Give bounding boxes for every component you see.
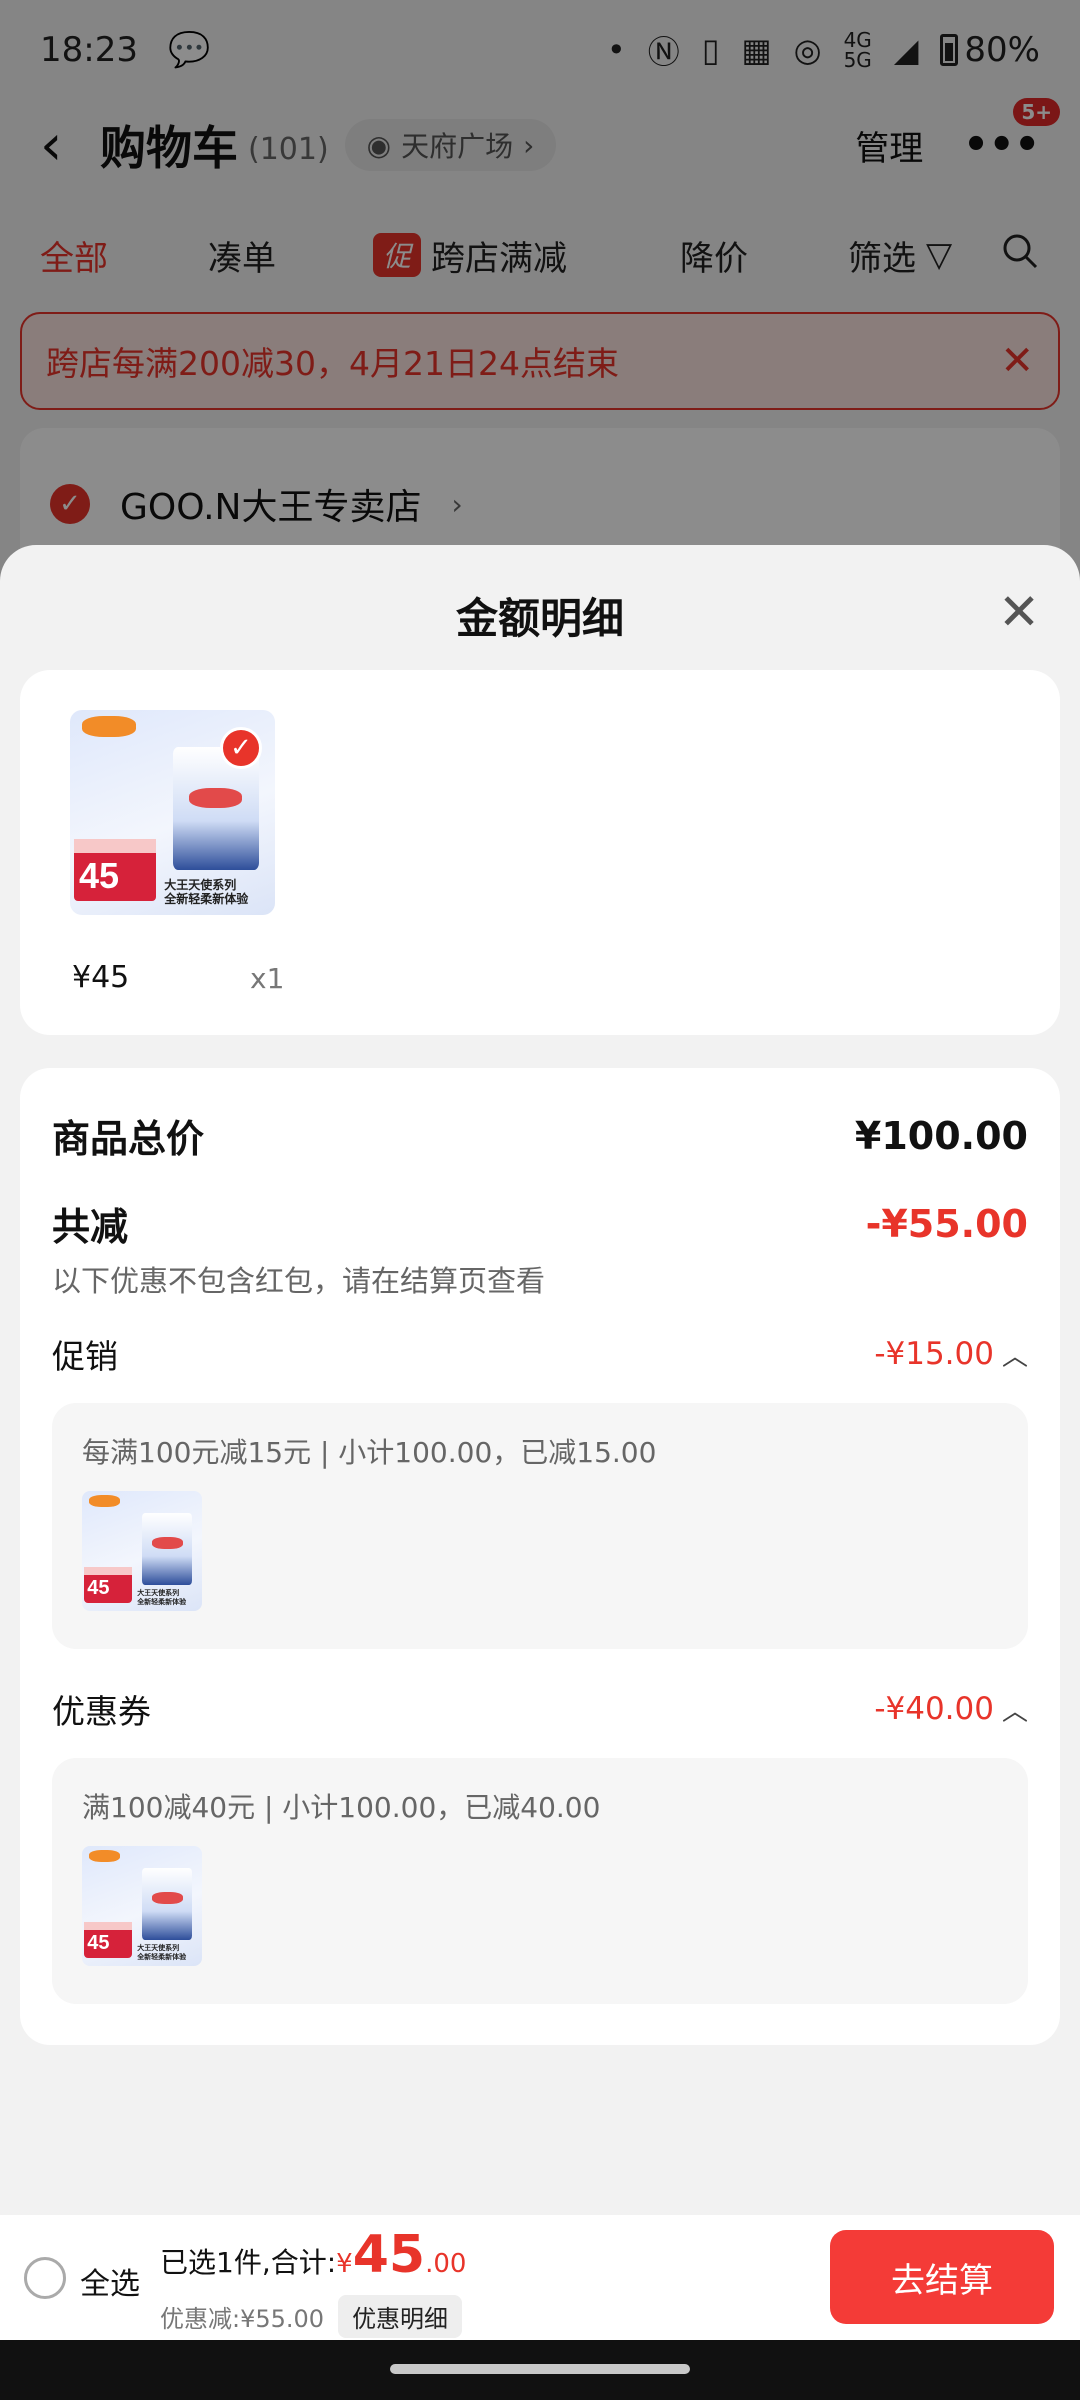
product-pack [142, 1867, 193, 1940]
discount-detail-button[interactable]: 优惠明细 [338, 2295, 463, 2338]
price-box-header [84, 1921, 133, 1930]
pack-logo [188, 787, 243, 809]
total-decimal: .00 [425, 2249, 467, 2279]
product-thumbnail: 45 大王天使系列 全新轻柔新体验 [82, 1846, 202, 1966]
coupon-label: 优惠券 [52, 1692, 151, 1731]
currency-symbol: ¥ [336, 2249, 353, 2279]
product-thumbnail: 45 大王天使系列 全新轻柔新体验 [82, 1491, 202, 1611]
system-nav-bar [0, 2340, 1080, 2400]
summary-text: 已选1件,合计: [160, 2246, 337, 2279]
price-box-header [74, 839, 157, 853]
thumb-caption-line-1: 大王天使系列 [137, 1944, 180, 1953]
checkout-bar: 全选 已选1件,合计: ¥ 45 .00 优惠减:¥55.00 优惠明细 去结算 [0, 2215, 1080, 2340]
brand-logo [82, 716, 136, 737]
sheet-title: 金额明细 [455, 594, 624, 643]
reduce-value: -¥55.00 [865, 1201, 1028, 1246]
chevron-up-icon: ︿ [1001, 1696, 1028, 1727]
promotion-product-image[interactable]: 45 大王天使系列 全新轻柔新体验 [82, 1491, 202, 1611]
coupon-product-image[interactable]: 45 大王天使系列 全新轻柔新体验 [82, 1846, 202, 1966]
checkout-button[interactable]: 去结算 [830, 2230, 1054, 2324]
brand-logo [89, 1849, 121, 1862]
total-row: 商品总价 ¥100.00 [52, 1108, 1028, 1163]
product-card: 45 大王天使系列 全新轻柔新体验 ✓ ¥45 x1 [20, 670, 1060, 1035]
thumb-caption-line-1: 大王天使系列 [164, 878, 237, 893]
promotion-label: 促销 [52, 1337, 118, 1376]
product-pack [142, 1512, 193, 1585]
promotion-value: -¥15.00 [874, 1336, 994, 1372]
reduce-note: 以下优惠不包含红包，请在结算页查看 [52, 1264, 546, 1298]
amount-detail-sheet: 金额明细 ✕ 45 大王天使系列 全新轻柔新体验 ✓ ¥45 x1 商品总价 ¥… [0, 545, 1080, 2215]
brand-logo [89, 1494, 121, 1507]
thumb-caption: 大王天使系列 全新轻柔新体验 [137, 1589, 186, 1606]
discount-line: 优惠减:¥55.00 优惠明细 [160, 2295, 463, 2338]
promotion-detail-box: 每满100元减15元 | 小计100.00，已减15.00 45 大王天使系列 … [52, 1403, 1028, 1649]
product-price: ¥45 [72, 960, 130, 995]
thumb-caption-line-1: 大王天使系列 [137, 1589, 180, 1598]
coupon-value-wrap: -¥40.00 ︿ [874, 1691, 1028, 1728]
reduce-row: 共减 -¥55.00 [52, 1196, 1028, 1251]
home-indicator[interactable] [390, 2364, 690, 2374]
price-box-header [84, 1566, 133, 1575]
price-box: 45 [84, 1921, 133, 1958]
reduce-label: 共减 [52, 1205, 129, 1249]
coupon-detail-box: 满100减40元 | 小计100.00，已减40.00 45 大王天使系列 全新… [52, 1758, 1028, 2004]
select-all-label[interactable]: 全选 [80, 2259, 140, 2303]
thumb-caption: 大王天使系列 全新轻柔新体验 [164, 878, 248, 907]
total-amount: 45 [352, 2225, 426, 2285]
chevron-up-icon: ︿ [1001, 1341, 1028, 1372]
select-all-radio[interactable] [24, 2257, 66, 2299]
check-icon[interactable]: ✓ [220, 727, 262, 769]
summary-line: 已选1件,合计: ¥ 45 .00 [160, 2225, 466, 2285]
price-box: 45 [84, 1566, 133, 1603]
thumb-price: 45 [87, 1932, 110, 1955]
close-icon[interactable]: ✕ [998, 583, 1040, 641]
promotion-row[interactable]: 促销 -¥15.00 ︿ [52, 1330, 1028, 1378]
discount-text: 优惠减:¥55.00 [160, 2305, 325, 2333]
total-label: 商品总价 [52, 1117, 205, 1161]
coupon-value: -¥40.00 [874, 1691, 994, 1727]
thumb-caption-line-2: 全新轻柔新体验 [164, 892, 249, 907]
coupon-detail: 满100减40元 | 小计100.00，已减40.00 [82, 1791, 601, 1824]
price-detail-card: 商品总价 ¥100.00 共减 -¥55.00 以下优惠不包含红包，请在结算页查… [20, 1068, 1060, 2045]
thumb-caption-line-2: 全新轻柔新体验 [137, 1597, 187, 1606]
price-box: 45 [74, 839, 157, 901]
thumb-price: 45 [87, 1577, 110, 1600]
coupon-row[interactable]: 优惠券 -¥40.00 ︿ [52, 1685, 1028, 1733]
pack-logo [151, 1891, 183, 1904]
promotion-detail: 每满100元减15元 | 小计100.00，已减15.00 [82, 1436, 657, 1469]
pack-logo [151, 1536, 183, 1549]
product-quantity: x1 [250, 962, 285, 995]
thumb-caption: 大王天使系列 全新轻柔新体验 [137, 1944, 186, 1961]
thumb-caption-line-2: 全新轻柔新体验 [137, 1952, 187, 1961]
thumb-price: 45 [79, 854, 120, 896]
promotion-value-wrap: -¥15.00 ︿ [874, 1336, 1028, 1373]
total-value: ¥100.00 [854, 1113, 1028, 1158]
